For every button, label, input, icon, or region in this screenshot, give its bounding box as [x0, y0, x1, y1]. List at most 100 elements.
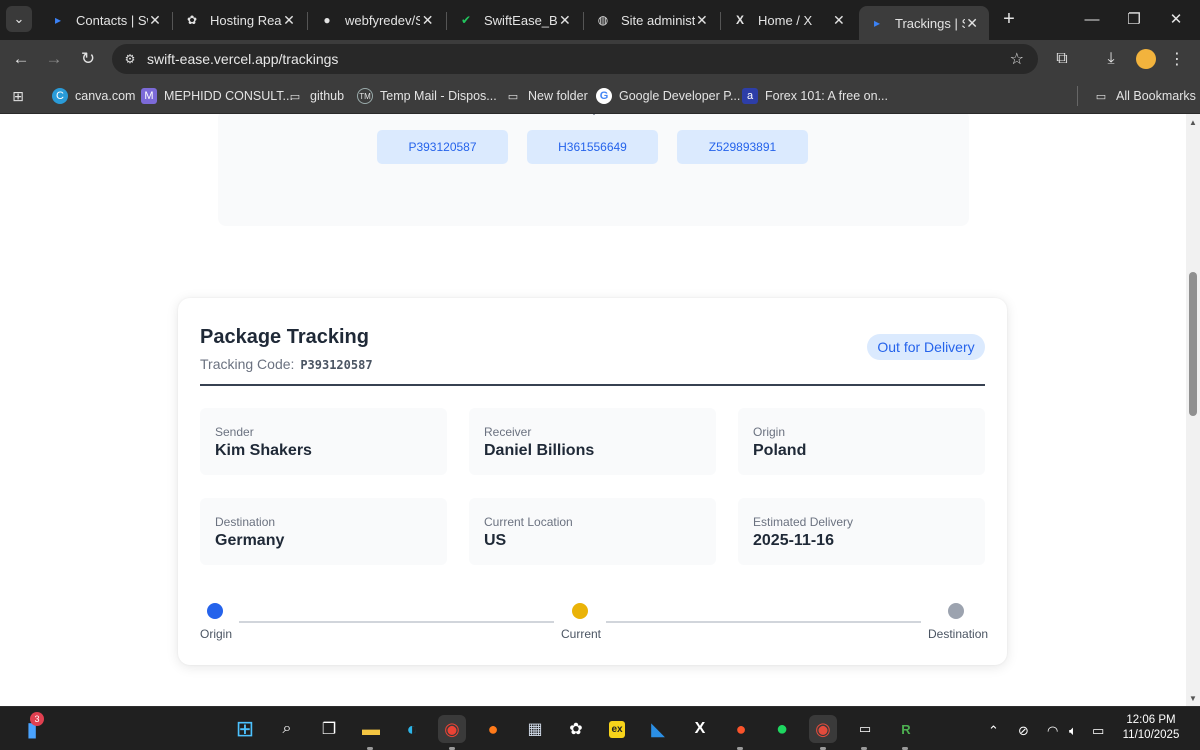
reload-icon[interactable]: ↻ [77, 48, 99, 70]
task-view-icon[interactable]: ❐ [315, 715, 343, 743]
close-icon[interactable]: ✕ [965, 15, 979, 31]
x-app-icon[interactable]: X [686, 715, 714, 743]
bookmark-new-folder[interactable]: ▭ New folder [505, 86, 588, 106]
address-bar[interactable]: ⚙ swift-ease.vercel.app/trackings ☆ [112, 44, 1038, 74]
bookmark-canva[interactable]: C canva.com [52, 86, 135, 106]
info-label: Current Location [484, 515, 573, 529]
globe-icon: ◍ [597, 13, 609, 27]
volume-icon[interactable]: 🔈︎ [1069, 723, 1077, 739]
tracking-code-value: P393120587 [300, 358, 373, 372]
url-text: swift-ease.vercel.app/trackings [147, 51, 339, 67]
apps-icon: ⊞ [12, 87, 24, 104]
tab-separator [446, 12, 447, 30]
django-icon: ✔ [460, 13, 472, 27]
divider [200, 384, 985, 386]
terminal-icon[interactable]: ▭ [851, 715, 879, 743]
tab-contacts[interactable]: ▸ Contacts | Swi ✕ [40, 4, 172, 36]
forex-icon: a [742, 88, 758, 104]
minimize-icon[interactable]: — [1072, 6, 1112, 32]
info-current-location: Current Location US [469, 498, 716, 565]
bookmark-label: canva.com [75, 89, 136, 103]
info-receiver: Receiver Daniel Billions [469, 408, 716, 475]
start-windows-icon[interactable]: ⊞ [231, 715, 259, 743]
bookmark-google-developer[interactable]: G Google Developer P... [596, 86, 740, 106]
all-bookmarks[interactable]: ▭ All Bookmarks [1093, 86, 1196, 106]
tab-label: Trackings | Sw [895, 15, 965, 31]
bookmark-github-folder[interactable]: ▭ github [287, 86, 344, 106]
tab-hosting-react[interactable]: ✿ Hosting React ✕ [174, 4, 306, 36]
tab-swiftease-backend[interactable]: ✔ SwiftEase_Bacl ✕ [448, 4, 582, 36]
system-clock[interactable]: 12:06 PM 11/10/2025 [1118, 713, 1184, 743]
bookmark-label: Temp Mail - Dispos... [380, 89, 497, 103]
progress-label-destination: Destination [928, 627, 989, 641]
profile-avatar-icon[interactable] [1136, 49, 1156, 69]
search-icon[interactable]: ⌕ [273, 715, 301, 743]
progress-label-origin: Origin [200, 627, 233, 641]
tab-github[interactable]: ● webfyredev/Sv ✕ [309, 4, 445, 36]
forward-arrow-icon[interactable]: → [43, 48, 65, 70]
mephidd-icon: M [141, 88, 157, 104]
tracking-code-chip[interactable]: H361556649 [527, 130, 658, 164]
back-arrow-icon[interactable]: ← [10, 48, 32, 70]
close-icon[interactable]: ✕ [695, 12, 709, 28]
battery-icon[interactable]: ▭ [1092, 723, 1104, 739]
restore-icon[interactable]: ❐ [1114, 6, 1154, 32]
close-icon[interactable]: ✕ [558, 12, 572, 28]
menu-kebab-icon[interactable]: ⋮ [1166, 48, 1188, 70]
progress-current-dot [572, 603, 588, 619]
extensions-puzzle-icon[interactable]: ⧉ [1051, 48, 1073, 70]
microsoft-store-icon[interactable]: ▦ [521, 715, 549, 743]
info-sender: Sender Kim Shakers [200, 408, 447, 475]
bookmark-label: New folder [528, 89, 588, 103]
window-close-icon[interactable]: ✕ [1156, 6, 1196, 32]
chrome-profile-icon[interactable]: ◉ [809, 715, 837, 743]
status-badge: Out for Delivery [867, 334, 985, 360]
new-tab-plus-icon[interactable]: + [998, 8, 1020, 30]
tracking-code-chip[interactable]: P393120587 [377, 130, 508, 164]
brave-icon[interactable]: ● [727, 715, 755, 743]
scrollbar-thumb[interactable] [1189, 272, 1197, 416]
tab-separator [720, 12, 721, 30]
page-scrollbar[interactable]: ▲ ▼ [1186, 114, 1200, 706]
close-icon[interactable]: ✕ [282, 12, 296, 28]
divider [593, 114, 595, 115]
spotify-icon[interactable]: ● [768, 715, 796, 743]
network-off-icon[interactable]: ⊘ [1018, 723, 1029, 739]
bookmark-temp-mail[interactable]: TM Temp Mail - Dispos... [357, 86, 497, 106]
file-explorer-icon[interactable]: ▬ [357, 715, 385, 743]
scroll-down-icon[interactable]: ▼ [1189, 694, 1197, 703]
info-origin: Origin Poland [738, 408, 985, 475]
r-app-icon[interactable]: R [892, 715, 920, 743]
github-icon: ● [323, 13, 331, 27]
scroll-up-icon[interactable]: ▲ [1189, 118, 1197, 127]
apps-grid-icon[interactable]: ⊞ [10, 86, 33, 106]
tab-trackings[interactable]: ▸ Trackings | Sw ✕ [859, 6, 989, 40]
info-value: Germany [215, 532, 285, 549]
close-icon[interactable]: ✕ [148, 12, 162, 28]
canva-icon: C [52, 88, 68, 104]
info-value: 2025-11-16 [753, 532, 834, 549]
close-icon[interactable]: ✕ [420, 12, 435, 28]
folder-icon: ▭ [289, 90, 301, 103]
bookmark-forex[interactable]: a Forex 101: A free on... [742, 86, 888, 106]
tab-home-x[interactable]: X Home / X ✕ [722, 4, 856, 36]
chatgpt-icon[interactable]: ✿ [562, 715, 590, 743]
chrome-icon[interactable]: ◉ [438, 715, 466, 743]
close-icon[interactable]: ✕ [832, 12, 846, 28]
wifi-icon[interactable]: ◠ [1047, 723, 1058, 739]
firefox-icon[interactable]: ● [479, 715, 507, 743]
bookmark-star-icon[interactable]: ☆ [1010, 49, 1024, 69]
bookmark-mephidd[interactable]: M MEPHIDD CONSULT... [141, 86, 293, 106]
site-info-icon[interactable]: ⚙ [122, 51, 138, 67]
download-icon[interactable]: ⤓ [1100, 48, 1122, 70]
swiftease-favicon-icon: ▸ [873, 16, 881, 30]
progress-origin-dot [207, 603, 223, 619]
tracking-code-chip[interactable]: Z529893891 [677, 130, 808, 164]
expressvpn-icon[interactable]: ex [603, 715, 631, 743]
edge-icon[interactable]: ◐ [398, 715, 426, 743]
tray-chevron-up-icon[interactable]: ⌃ [988, 723, 999, 739]
vscode-icon[interactable]: ◣ [644, 715, 672, 743]
browser-toolbar: ← → ↻ ⚙ swift-ease.vercel.app/trackings … [0, 40, 1200, 78]
tab-site-administration[interactable]: ◍ Site administr ✕ [585, 4, 719, 36]
tab-search-chevron-icon[interactable]: ⌄ [6, 6, 32, 32]
